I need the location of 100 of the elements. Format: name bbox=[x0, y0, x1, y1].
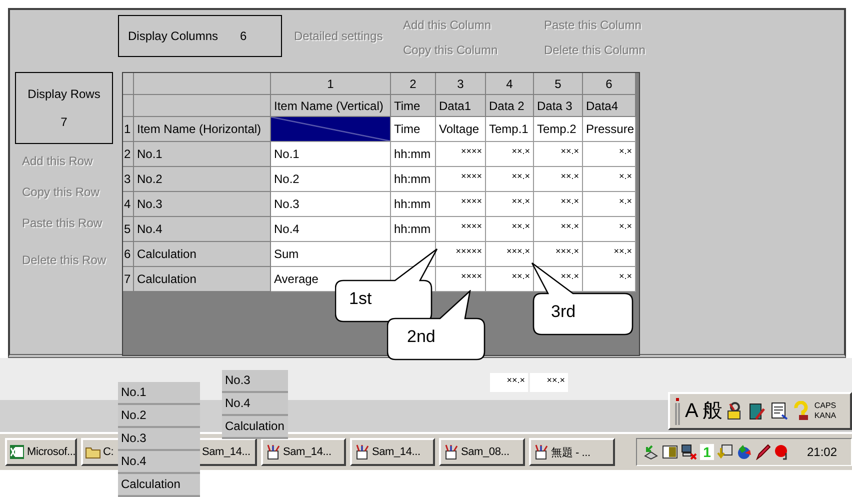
column-number: 4 bbox=[486, 73, 534, 95]
brush-cup-icon bbox=[443, 444, 459, 460]
table-cell[interactable]: ×××× bbox=[436, 217, 486, 242]
row-number: 7 bbox=[123, 267, 134, 292]
spreadsheet-icon bbox=[9, 444, 25, 460]
clock: 21:02 bbox=[806, 445, 837, 459]
table-cell[interactable]: ××.× bbox=[583, 242, 636, 267]
row-header: No.4 bbox=[134, 217, 271, 242]
table-cell[interactable]: ××.× bbox=[534, 217, 583, 242]
list-item[interactable]: No.3 bbox=[222, 370, 288, 393]
table-cell[interactable]: ××.× bbox=[486, 217, 534, 242]
table-cell[interactable]: ××.× bbox=[486, 192, 534, 217]
table-cell[interactable]: No.2 bbox=[271, 167, 391, 192]
transfer-icon bbox=[717, 444, 733, 460]
computer-error-icon bbox=[681, 444, 697, 460]
table-cell[interactable]: Time bbox=[391, 117, 436, 142]
field-value: 6 bbox=[240, 29, 247, 43]
tray-indicator: 1 bbox=[700, 444, 714, 460]
column-number: 1 bbox=[271, 73, 391, 95]
table-cell[interactable]: ×××× bbox=[436, 167, 486, 192]
callout-tooltip: 2nd bbox=[387, 290, 487, 362]
table-cell[interactable]: No.4 bbox=[271, 217, 391, 242]
display-rows-field[interactable]: Display Rows 7 bbox=[15, 72, 113, 144]
field-value: 7 bbox=[60, 115, 68, 129]
table-cell[interactable]: ×××× bbox=[436, 192, 486, 217]
column-number: 3 bbox=[436, 73, 486, 95]
help-icon bbox=[792, 401, 810, 421]
brush-cup-icon bbox=[533, 444, 549, 460]
column-header: Item Name (Vertical) bbox=[271, 95, 391, 117]
table-cell[interactable]: No.1 bbox=[271, 142, 391, 167]
field-label: Display Rows bbox=[28, 87, 100, 101]
column-header: Data 2 bbox=[486, 95, 534, 117]
table-cell[interactable]: ××.× bbox=[486, 167, 534, 192]
taskbar-button[interactable]: 無題 - ... bbox=[529, 438, 615, 466]
column-number: 6 bbox=[583, 73, 636, 95]
column-header: Time bbox=[391, 95, 436, 117]
pen-icon bbox=[755, 444, 771, 460]
brush-cup-icon bbox=[265, 444, 281, 460]
list-item[interactable]: No.1 bbox=[118, 382, 200, 405]
table-cell[interactable]: ×.× bbox=[583, 142, 636, 167]
column-number: 5 bbox=[534, 73, 583, 95]
table-cell[interactable] bbox=[271, 117, 391, 142]
table-cell[interactable]: Sum bbox=[271, 242, 391, 267]
table-cell[interactable]: Pressure bbox=[583, 117, 636, 142]
column-header: Data1 bbox=[436, 95, 486, 117]
grip-icon bbox=[674, 396, 681, 426]
list-item[interactable]: No.4 bbox=[222, 393, 288, 416]
display-columns-field[interactable]: Display Columns 6 bbox=[118, 15, 282, 57]
table-cell[interactable]: ×××× bbox=[436, 267, 486, 292]
table-cell[interactable]: ××.× bbox=[486, 267, 534, 292]
row-number: 5 bbox=[123, 217, 134, 242]
floating-cell: ××.× bbox=[490, 373, 528, 392]
arrow-tray-icon bbox=[643, 444, 659, 460]
column-header: Data4 bbox=[583, 95, 636, 117]
table-cell[interactable]: ××.× bbox=[534, 167, 583, 192]
balloon-icon bbox=[774, 444, 790, 460]
table-cell[interactable]: ×××× bbox=[436, 142, 486, 167]
conversion-mode-button[interactable]: 般 bbox=[702, 400, 722, 422]
notebook-pen-icon bbox=[748, 401, 766, 421]
card-icon bbox=[662, 444, 678, 460]
table-cell[interactable]: ×.× bbox=[583, 267, 636, 292]
column-number: 2 bbox=[391, 73, 436, 95]
column-header: Data 3 bbox=[534, 95, 583, 117]
kana-indicator: KANA bbox=[814, 411, 836, 421]
table-cell[interactable]: Voltage bbox=[436, 117, 486, 142]
caps-indicator: CAPS bbox=[814, 401, 836, 411]
row-number: 2 bbox=[123, 142, 134, 167]
table-cell[interactable]: Temp.1 bbox=[486, 117, 534, 142]
floating-cell: ××.× bbox=[530, 373, 568, 392]
table-cell[interactable]: ×.× bbox=[583, 217, 636, 242]
row-header: No.1 bbox=[134, 142, 271, 167]
list-item[interactable]: No.2 bbox=[118, 405, 200, 428]
list-item[interactable]: No.4 bbox=[118, 451, 200, 474]
brush-cup-icon bbox=[354, 444, 370, 460]
table-cell[interactable]: hh:mm bbox=[391, 142, 436, 167]
table-cell[interactable]: hh:mm bbox=[391, 167, 436, 192]
row-number: 4 bbox=[123, 192, 134, 217]
taskbar-button[interactable]: Sam_14... bbox=[350, 438, 435, 466]
table-cell[interactable]: Temp.2 bbox=[534, 117, 583, 142]
table-cell[interactable]: ×.× bbox=[583, 167, 636, 192]
list-item[interactable]: No.3 bbox=[118, 428, 200, 451]
table-cell[interactable]: ××.× bbox=[534, 192, 583, 217]
table-cell[interactable]: No.3 bbox=[271, 192, 391, 217]
table-cell[interactable]: hh:mm bbox=[391, 217, 436, 242]
taskbar-button[interactable]: Sam_14... bbox=[261, 438, 346, 466]
table-cell[interactable]: hh:mm bbox=[391, 192, 436, 217]
list-item[interactable]: Calculation bbox=[118, 474, 200, 497]
row-header: Item Name (Horizontal) bbox=[134, 117, 271, 142]
table-cell[interactable]: ××.× bbox=[534, 142, 583, 167]
row-number: 3 bbox=[123, 167, 134, 192]
pad-icon bbox=[770, 401, 788, 421]
table-cell[interactable]: ×.× bbox=[583, 192, 636, 217]
taskbar-button[interactable]: Sam_08... bbox=[439, 438, 525, 466]
table-cell[interactable]: ××××× bbox=[436, 242, 486, 267]
table-cell[interactable]: ××.× bbox=[486, 142, 534, 167]
row-header: Calculation bbox=[134, 242, 271, 267]
list-item[interactable]: Calculation bbox=[222, 416, 288, 439]
input-mode-button[interactable]: A bbox=[685, 400, 698, 422]
row-header: Calculation bbox=[134, 267, 271, 292]
taskbar-button[interactable]: Microsof... bbox=[5, 438, 77, 466]
